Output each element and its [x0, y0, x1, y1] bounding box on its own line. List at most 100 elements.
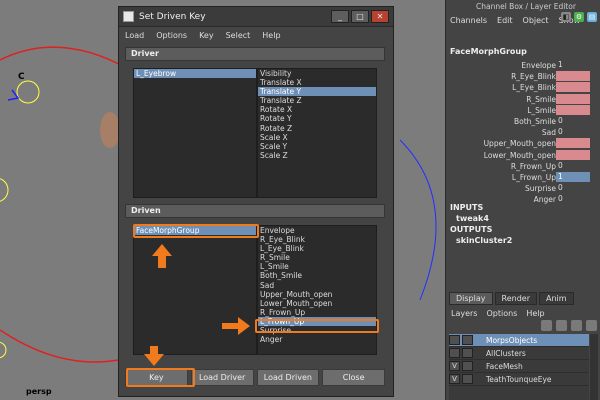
visibility-toggle[interactable] — [449, 348, 460, 358]
menu-select[interactable]: Select — [226, 31, 251, 40]
layer-row[interactable]: MorpsObjects — [449, 334, 589, 347]
channel-attribute-row[interactable]: R_Eye_Blink — [446, 71, 600, 82]
driven-attribute-item[interactable]: Upper_Mouth_open — [258, 290, 376, 299]
channel-attribute-value[interactable] — [556, 82, 590, 93]
channel-attribute-value[interactable] — [556, 93, 590, 104]
driver-attribute-item[interactable]: Translate X — [258, 78, 376, 87]
load-driven-button[interactable]: Load Driven — [256, 369, 320, 386]
layer-row[interactable]: V TeathTounqueEye — [449, 373, 589, 386]
channel-attribute-row[interactable]: L_Eye_Blink — [446, 82, 600, 93]
channel-attribute-row[interactable]: Lower_Mouth_open — [446, 149, 600, 161]
layer-settings-icon[interactable] — [586, 320, 597, 331]
channel-attribute-value[interactable]: 0 — [556, 161, 590, 171]
driven-attribute-item[interactable]: R_Eye_Blink — [258, 235, 376, 244]
close-button[interactable]: Close — [322, 369, 385, 386]
channel-attribute-row[interactable]: R_Frown_Up 0 — [446, 161, 600, 172]
display-type-toggle[interactable] — [462, 361, 473, 371]
driven-attribute-item[interactable]: R_Frown_Up — [258, 308, 376, 317]
tab-anim[interactable]: Anim — [538, 292, 574, 305]
minimize-button[interactable]: _ — [331, 10, 349, 23]
channel-attribute-value[interactable]: 1 — [556, 60, 590, 70]
node-name[interactable]: FaceMorphGroup — [450, 47, 527, 56]
attribute-editor-icon[interactable]: ⚙ — [574, 12, 584, 22]
layer-scrollbar[interactable] — [590, 334, 598, 400]
menu-load[interactable]: Load — [125, 31, 144, 40]
driver-attribute-item[interactable]: Scale Y — [258, 142, 376, 151]
channel-attribute-row[interactable]: Sad 0 — [446, 127, 600, 138]
driver-object-list[interactable]: L_Eyebrow — [133, 68, 257, 198]
layer-row[interactable]: V FaceMesh — [449, 360, 589, 373]
driver-attribute-item[interactable]: Scale X — [258, 133, 376, 142]
channel-attribute-value[interactable]: 0 — [556, 194, 590, 204]
menu-layers[interactable]: Layers — [451, 309, 477, 318]
driver-attribute-item[interactable]: Translate Y — [258, 87, 376, 97]
driver-attribute-item[interactable]: Scale Z — [258, 151, 376, 160]
driven-attribute-item[interactable]: Sad — [258, 281, 376, 290]
channel-attribute-row[interactable]: L_Smile — [446, 104, 600, 116]
menu-object[interactable]: Object — [523, 16, 549, 25]
tab-display[interactable]: Display — [449, 292, 493, 305]
driver-attribute-item[interactable]: Rotate Y — [258, 114, 376, 123]
output-node[interactable]: skinCluster2 — [456, 236, 512, 245]
layer-options-icon[interactable] — [571, 320, 582, 331]
channel-attribute-row[interactable]: Envelope 1 — [446, 60, 600, 71]
channel-attribute-row[interactable]: Upper_Mouth_open — [446, 138, 600, 149]
channel-attribute-value[interactable]: 0 — [556, 127, 590, 137]
menu-edit[interactable]: Edit — [497, 16, 513, 25]
driven-attribute-item[interactable]: R_Smile — [258, 253, 376, 262]
driver-attribute-item[interactable]: Rotate Z — [258, 124, 376, 133]
input-node[interactable]: tweak4 — [456, 214, 489, 223]
channel-attribute-row[interactable]: R_Smile — [446, 93, 600, 105]
driven-attribute-item[interactable]: L_Smile — [258, 262, 376, 271]
channel-attribute-value[interactable]: 0 — [556, 116, 590, 126]
channel-attribute-value[interactable] — [556, 104, 590, 115]
maximize-button[interactable]: □ — [351, 10, 369, 23]
driven-attribute-item[interactable]: Lower_Mouth_open — [258, 299, 376, 308]
menu-channels[interactable]: Channels — [450, 16, 487, 25]
channel-attribute-row[interactable]: Surprise 0 — [446, 183, 600, 194]
layer-color-swatch[interactable] — [475, 374, 484, 384]
channel-attribute-value[interactable] — [556, 71, 590, 82]
driver-attribute-item[interactable]: Rotate X — [258, 105, 376, 114]
menu-options[interactable]: Options — [156, 31, 187, 40]
display-type-toggle[interactable] — [462, 374, 473, 384]
driver-attribute-item[interactable]: Visibility — [258, 69, 376, 78]
menu-help[interactable]: Help — [262, 31, 280, 40]
tab-render[interactable]: Render — [494, 292, 537, 305]
display-type-toggle[interactable] — [462, 335, 473, 345]
menu-key[interactable]: Key — [199, 31, 214, 40]
driver-section-header[interactable]: Driver — [125, 47, 385, 61]
layer-color-swatch[interactable] — [475, 361, 484, 371]
driven-attribute-item[interactable]: Anger — [258, 335, 376, 344]
driven-attribute-item[interactable]: Both_Smile — [258, 271, 376, 280]
new-layer-selected-icon[interactable] — [556, 320, 567, 331]
layer-color-swatch[interactable] — [475, 335, 484, 345]
driven-attribute-item[interactable]: Envelope — [258, 226, 376, 235]
channel-attribute-value[interactable]: 1 — [556, 172, 590, 182]
display-type-toggle[interactable] — [462, 348, 473, 358]
close-window-button[interactable]: ✕ — [371, 10, 389, 23]
layer-row[interactable]: AllClusters — [449, 347, 589, 360]
channel-attribute-value[interactable]: 0 — [556, 183, 590, 193]
driven-section-header[interactable]: Driven — [125, 204, 385, 218]
channel-attribute-row[interactable]: Both_Smile 0 — [446, 116, 600, 127]
driven-object-list[interactable]: FaceMorphGroup — [133, 225, 257, 355]
driver-object-item[interactable]: L_Eyebrow — [134, 69, 256, 79]
menu-layer-options[interactable]: Options — [486, 309, 517, 318]
channel-attribute-value[interactable] — [556, 138, 590, 149]
driver-attribute-list[interactable]: Visibility Translate X Translate Y Translat… — [257, 68, 377, 198]
driven-attribute-item[interactable]: L_Eye_Blink — [258, 244, 376, 253]
load-driver-button[interactable]: Load Driver — [190, 369, 254, 386]
channel-box-icon[interactable]: ◧ — [561, 12, 571, 22]
visibility-toggle[interactable] — [449, 335, 460, 345]
layer-color-swatch[interactable] — [475, 348, 484, 358]
visibility-toggle[interactable]: V — [449, 374, 460, 384]
channel-attribute-value[interactable] — [556, 149, 590, 160]
channel-attribute-row[interactable]: L_Frown_Up 1 — [446, 172, 600, 183]
driver-attribute-item[interactable]: Translate Z — [258, 96, 376, 105]
driven-attribute-list[interactable]: Envelope R_Eye_Blink L_Eye_Blink R_Smile L_S… — [257, 225, 377, 355]
layer-list[interactable]: MorpsObjects AllClusters V FaceMesh V TeathTo… — [449, 334, 589, 400]
tool-settings-icon[interactable]: ▤ — [587, 12, 597, 22]
visibility-toggle[interactable]: V — [449, 361, 460, 371]
new-layer-icon[interactable] — [541, 320, 552, 331]
